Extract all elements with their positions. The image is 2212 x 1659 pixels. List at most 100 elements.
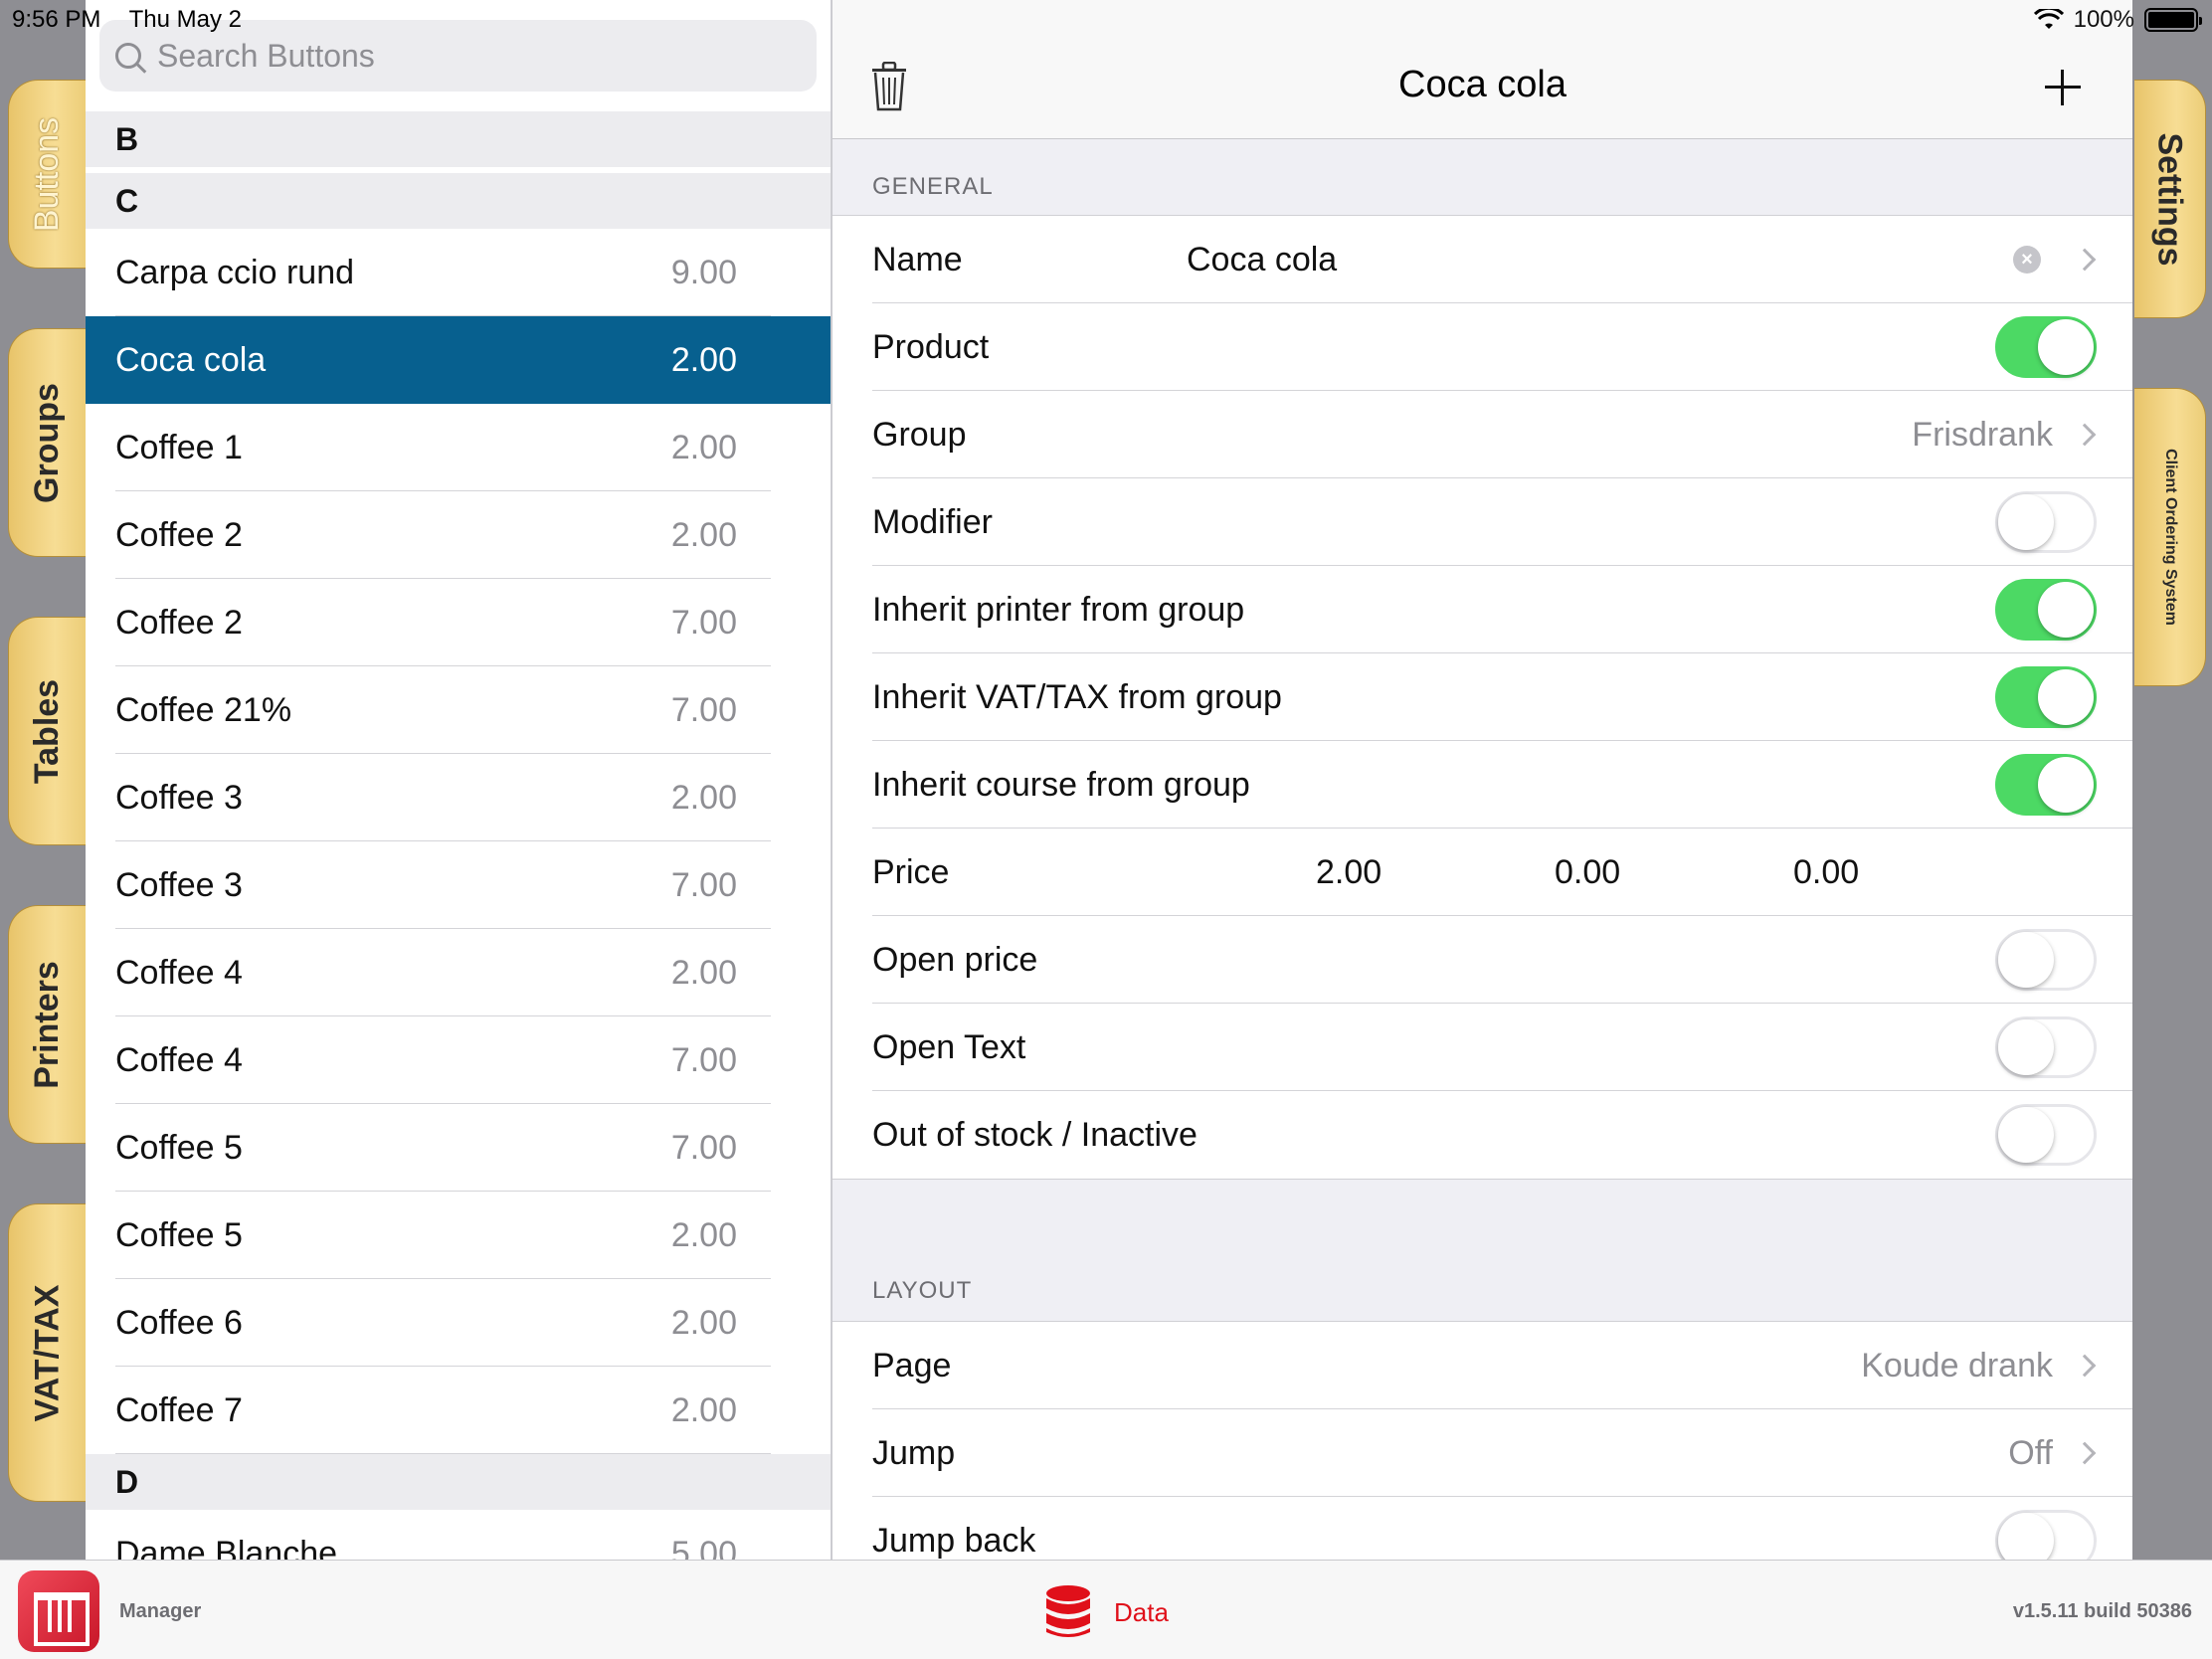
price-field-1[interactable]: 2.00	[1316, 853, 1382, 892]
tab-client-ordering[interactable]: Client Ordering System	[2134, 388, 2206, 686]
out-of-stock-cell: Out of stock / Inactive	[832, 1091, 2132, 1179]
price-field-2[interactable]: 0.00	[1555, 853, 1620, 892]
chevron-right-icon	[2073, 1354, 2097, 1378]
section-header-b: B	[86, 111, 830, 167]
tab-buttons-label: Buttons	[28, 116, 66, 232]
item-price: 7.00	[670, 603, 737, 642]
name-label: Name	[872, 240, 963, 278]
item-name: Coffee 3	[115, 865, 243, 904]
tab-settings[interactable]: Settings	[2134, 80, 2206, 318]
list-item[interactable]: Coffee 5 2.00	[86, 1192, 830, 1279]
item-name: Coffee 1	[115, 428, 243, 466]
open-price-label: Open price	[872, 940, 1038, 979]
section-header-d: D	[86, 1454, 830, 1510]
tab-groups[interactable]: Groups	[8, 328, 86, 557]
open-price-toggle[interactable]	[1995, 929, 2097, 991]
section-label-general: GENERAL	[872, 173, 994, 200]
tab-printers-label: Printers	[28, 960, 66, 1089]
item-price: 2.00	[670, 428, 737, 466]
item-price: 7.00	[670, 690, 737, 729]
detail-panel: Coca cola GENERAL Name Coca cola × Produ…	[832, 0, 2132, 1560]
price-field-3[interactable]: 0.00	[1793, 853, 1859, 892]
item-price: 2.00	[670, 778, 737, 817]
tab-buttons[interactable]: Buttons	[8, 80, 86, 269]
item-price: 7.00	[670, 1128, 737, 1167]
right-tab-rail: Settings Client Ordering System	[2132, 0, 2212, 1560]
inherit-course-label: Inherit course from group	[872, 765, 1250, 804]
item-price: 2.00	[670, 1390, 737, 1429]
clear-icon[interactable]: ×	[2013, 246, 2041, 274]
list-item[interactable]: Coffee 6 2.00	[86, 1279, 830, 1367]
modifier-cell: Modifier	[832, 478, 2132, 566]
list-item[interactable]: Coffee 2 2.00	[86, 491, 830, 579]
item-name: Coca cola	[115, 340, 267, 379]
product-toggle[interactable]	[1995, 316, 2097, 378]
data-label: Data	[1114, 1596, 1169, 1627]
item-price: 9.00	[670, 253, 737, 291]
inherit-vat-toggle[interactable]	[1995, 666, 2097, 728]
section-label-layout: LAYOUT	[872, 1277, 973, 1304]
item-name: Coffee 7	[115, 1390, 243, 1429]
list-item[interactable]: Coffee 4 7.00	[86, 1016, 830, 1104]
product-cell: Product	[832, 303, 2132, 391]
item-name: Coffee 2	[115, 603, 243, 642]
page-cell[interactable]: Page Koude drank	[832, 1322, 2132, 1409]
database-icon	[1046, 1585, 1090, 1637]
inherit-printer-toggle[interactable]	[1995, 579, 2097, 641]
section-header-c: C	[86, 173, 830, 229]
open-text-label: Open Text	[872, 1027, 1026, 1066]
battery-percent: 100%	[2073, 6, 2134, 33]
list-item[interactable]: Coffee 21% 7.00	[86, 666, 830, 754]
item-name: Coffee 5	[115, 1128, 243, 1167]
status-bar: 9:56 PM Thu May 2 100%	[0, 0, 2212, 40]
item-price: 2.00	[670, 1215, 737, 1254]
list-item[interactable]: Coffee 7 2.00	[86, 1367, 830, 1454]
page-value: Koude drank	[1861, 1346, 2053, 1384]
jump-cell[interactable]: Jump Off	[832, 1409, 2132, 1497]
inherit-course-toggle[interactable]	[1995, 754, 2097, 816]
list-section-c: Carpa ccio rund 9.00 Coca cola 2.00 Coffee 1…	[86, 229, 830, 1454]
manager-label[interactable]: Manager	[119, 1600, 201, 1623]
list-section-d: Dame Blanche 5.00	[86, 1510, 830, 1561]
list-item[interactable]: Coca cola 2.00	[86, 316, 830, 404]
list-item[interactable]: Coffee 3 7.00	[86, 841, 830, 929]
item-price: 2.00	[670, 953, 737, 992]
item-price: 2.00	[670, 515, 737, 554]
list-item[interactable]: Dame Blanche 5.00	[86, 1510, 830, 1561]
group-label: Group	[872, 415, 967, 454]
tab-tables[interactable]: Tables	[8, 617, 86, 845]
add-icon[interactable]	[2045, 70, 2081, 105]
modifier-toggle[interactable]	[1995, 491, 2097, 553]
jump-back-toggle[interactable]	[1995, 1510, 2097, 1560]
app-logo-icon[interactable]	[18, 1570, 99, 1652]
name-cell[interactable]: Name Coca cola ×	[832, 216, 2132, 303]
name-field[interactable]: Coca cola	[1187, 241, 1337, 279]
list-item[interactable]: Coffee 4 2.00	[86, 929, 830, 1016]
group-value: Frisdrank	[1912, 415, 2053, 454]
tab-vat-tax[interactable]: VAT/TAX	[8, 1203, 86, 1502]
list-item[interactable]: Coffee 5 7.00	[86, 1104, 830, 1192]
inherit-printer-label: Inherit printer from group	[872, 590, 1245, 629]
search-placeholder: Search Buttons	[157, 37, 375, 74]
list-item[interactable]: Coffee 3 2.00	[86, 754, 830, 841]
tab-client-ordering-label: Client Ordering System	[2161, 449, 2179, 626]
wifi-icon	[2033, 9, 2064, 29]
left-tab-rail: Buttons Groups Tables Printers VAT/TAX	[0, 0, 86, 1560]
tab-printers[interactable]: Printers	[8, 905, 86, 1144]
data-tab[interactable]: Data	[1044, 1584, 1169, 1640]
inherit-course-cell: Inherit course from group	[832, 741, 2132, 829]
product-label: Product	[872, 327, 990, 366]
list-item[interactable]: Carpa ccio rund 9.00	[86, 229, 830, 316]
jump-value: Off	[2008, 1433, 2053, 1472]
tab-groups-label: Groups	[28, 382, 66, 503]
search-icon	[115, 43, 141, 69]
general-cells: Name Coca cola × Product Group Frisdrank…	[832, 215, 2132, 1180]
group-cell[interactable]: Group Frisdrank	[832, 391, 2132, 478]
open-text-toggle[interactable]	[1995, 1016, 2097, 1078]
open-text-cell: Open Text	[832, 1004, 2132, 1091]
list-item[interactable]: Coffee 1 2.00	[86, 404, 830, 491]
out-of-stock-toggle[interactable]	[1995, 1104, 2097, 1166]
tab-vat-tax-label: VAT/TAX	[28, 1284, 67, 1421]
item-name: Carpa ccio rund	[115, 253, 355, 291]
list-item[interactable]: Coffee 2 7.00	[86, 579, 830, 666]
